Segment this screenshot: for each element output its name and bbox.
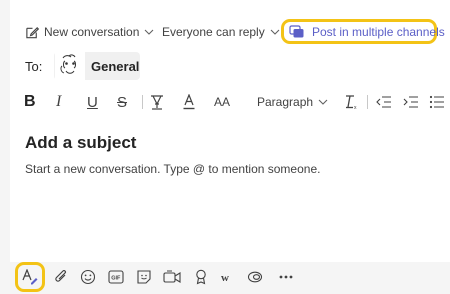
team-avatar-icon <box>54 52 86 80</box>
font-color-icon[interactable] <box>183 91 197 113</box>
paragraph-dropdown[interactable]: Paragraph <box>257 91 328 113</box>
meet-now-icon[interactable] <box>163 269 181 285</box>
italic-button[interactable]: I <box>56 91 61 113</box>
praise-icon[interactable] <box>193 269 209 285</box>
new-conversation-label: New conversation <box>44 25 140 39</box>
attach-icon[interactable] <box>53 269 69 285</box>
sticker-icon[interactable] <box>136 269 152 285</box>
svg-text:GIF: GIF <box>111 276 121 282</box>
chevron-down-icon <box>318 99 328 105</box>
subject-placeholder[interactable]: Add a subject <box>25 133 136 153</box>
loop-component-icon[interactable] <box>247 269 263 285</box>
post-multiple-label: Post in multiple channels <box>312 25 445 39</box>
bulleted-list-icon[interactable] <box>429 91 447 113</box>
underline-button[interactable]: U <box>87 91 98 113</box>
post-multiple-channels-button[interactable]: Post in multiple channels <box>289 24 445 40</box>
increase-indent-icon[interactable] <box>403 91 419 113</box>
chevron-down-icon <box>144 29 154 35</box>
decrease-indent-icon[interactable] <box>376 91 392 113</box>
new-conversation-dropdown[interactable]: New conversation <box>44 24 154 40</box>
svg-text:x: x <box>354 105 357 110</box>
highlight-icon[interactable] <box>149 91 167 113</box>
reply-setting-label: Everyone can reply <box>162 25 265 39</box>
bold-button[interactable]: B <box>24 91 36 113</box>
multiple-channels-icon <box>289 25 305 39</box>
format-icon[interactable] <box>22 269 38 285</box>
compose-edit-icon[interactable] <box>24 24 40 40</box>
font-size-button[interactable]: AA <box>214 91 230 113</box>
channel-chip[interactable]: General <box>54 52 140 80</box>
reply-setting-dropdown[interactable]: Everyone can reply <box>162 24 280 40</box>
paragraph-label: Paragraph <box>257 95 314 109</box>
channel-name: General <box>91 59 140 74</box>
clear-formatting-icon[interactable]: x <box>343 91 359 113</box>
chevron-down-icon <box>270 29 280 35</box>
to-label: To: <box>25 59 43 74</box>
message-body-placeholder[interactable]: Start a new conversation. Type @ to ment… <box>25 162 320 176</box>
word-app-icon[interactable]: w <box>220 269 236 285</box>
emoji-icon[interactable] <box>80 269 96 285</box>
more-options-icon[interactable] <box>278 269 294 285</box>
toolbar-divider <box>367 95 368 109</box>
svg-text:w: w <box>221 272 229 284</box>
toolbar-divider <box>142 95 143 109</box>
gif-icon[interactable]: GIF <box>108 269 124 285</box>
strikethrough-button[interactable]: S <box>117 91 127 113</box>
